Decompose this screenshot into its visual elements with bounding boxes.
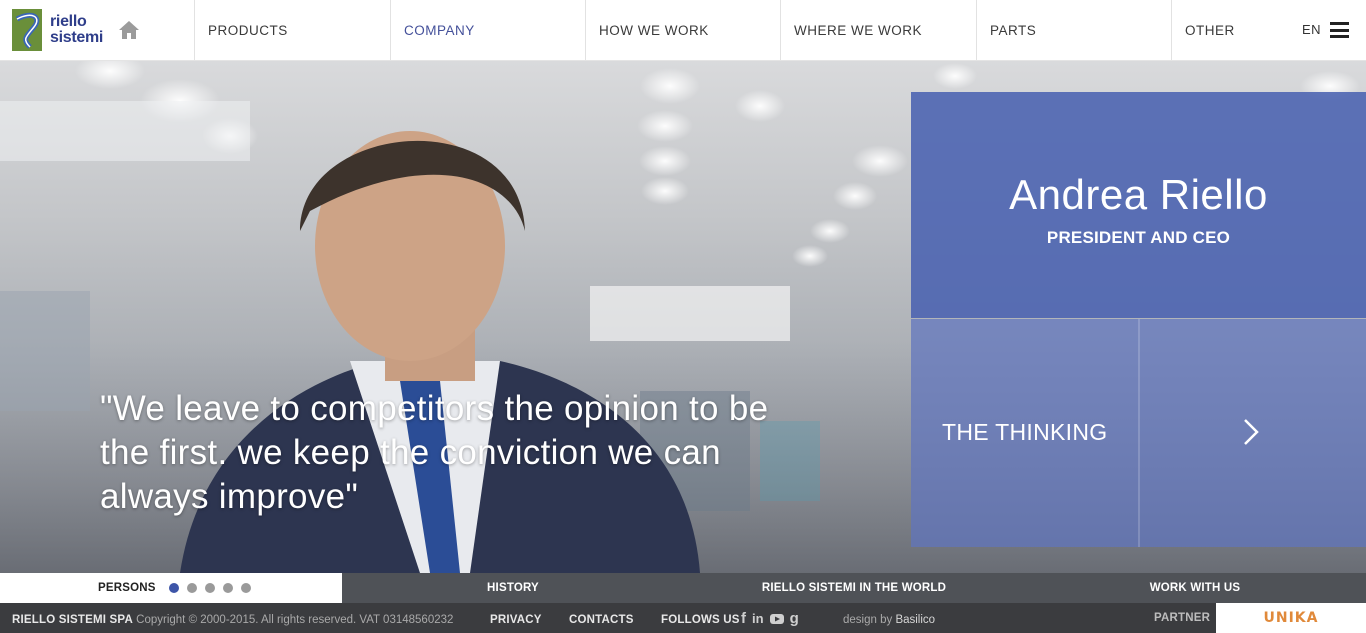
section-tabs: PERSONS HISTORY RIELLO SISTEMI IN THE WO…	[0, 573, 1366, 603]
slide-dot-5[interactable]	[240, 583, 251, 593]
slide-dot-4[interactable]	[222, 583, 233, 593]
the-thinking-label: THE THINKING	[942, 419, 1108, 445]
copyright-line: RIELLO SISTEMI SPA Copyright © 2000-2015…	[12, 614, 453, 626]
riello-sistemi-logo[interactable]: riello sistemi	[12, 9, 103, 51]
slide-dot-1[interactable]	[168, 583, 179, 593]
social-links: f in g	[741, 610, 805, 627]
slide-dots	[168, 583, 259, 593]
main-nav: PRODUCTS COMPANY HOW WE WORK WHERE WE WO…	[194, 0, 1291, 60]
site-footer: RIELLO SISTEMI SPA Copyright © 2000-2015…	[0, 603, 1366, 633]
person-panel: Andrea Riello PRESIDENT AND CEO	[911, 92, 1366, 318]
youtube-icon[interactable]	[769, 612, 784, 626]
googleplus-icon[interactable]: g	[790, 610, 799, 627]
home-icon[interactable]	[118, 20, 140, 40]
designer-link[interactable]: Basilico	[895, 614, 935, 626]
tab-history[interactable]: HISTORY	[342, 573, 684, 603]
design-prefix: design by	[843, 614, 893, 626]
company-name: RIELLO SISTEMI SPA	[12, 614, 133, 626]
linkedin-icon[interactable]: in	[752, 611, 764, 626]
slide-dot-3[interactable]	[204, 583, 215, 593]
tab-label: PERSONS	[98, 582, 156, 594]
the-thinking-link[interactable]: THE THINKING	[911, 319, 1366, 547]
tab-persons[interactable]: PERSONS	[0, 573, 342, 603]
nav-label: PARTS	[990, 22, 1037, 38]
partner-logo[interactable]: UNIKA	[1216, 603, 1366, 633]
person-role: PRESIDENT AND CEO	[1046, 228, 1231, 247]
panel-divider	[1138, 319, 1140, 547]
logo-word-2: sistemi	[50, 29, 104, 46]
tab-work-with-us[interactable]: WORK WITH US	[1024, 573, 1366, 603]
nav-label: PRODUCTS	[208, 22, 288, 38]
tab-label: HISTORY	[487, 582, 539, 594]
follow-us-label: FOLLOWS US	[661, 614, 740, 626]
language-selector[interactable]: EN	[1302, 22, 1321, 37]
nav-item-where-we-work[interactable]: WHERE WE WORK	[780, 0, 976, 60]
copyright-text: Copyright © 2000-2015. All rights reserv…	[136, 614, 454, 626]
contacts-link[interactable]: CONTACTS	[569, 614, 634, 626]
contacts-label: CONTACTS	[569, 614, 634, 626]
follow-us-text: FOLLOWS US	[661, 614, 740, 626]
nav-item-how-we-work[interactable]: HOW WE WORK	[585, 0, 780, 60]
partner-text: PARTNER	[1154, 612, 1211, 624]
hamburger-menu-icon[interactable]	[1330, 22, 1349, 38]
privacy-label: PRIVACY	[490, 614, 542, 626]
hero-slide: "We leave to competitors the opinion to …	[0, 61, 1366, 573]
nav-item-products[interactable]: PRODUCTS	[194, 0, 390, 60]
partner-logo-text: UNIKA	[1263, 610, 1319, 626]
logo-wordmark: riello sistemi	[50, 14, 103, 46]
chevron-right-icon[interactable]	[1241, 417, 1261, 447]
tab-label: WORK WITH US	[1149, 582, 1241, 594]
facebook-icon[interactable]: f	[741, 610, 746, 627]
nav-label: WHERE WE WORK	[794, 22, 922, 38]
logo-word-1: riello	[50, 13, 87, 30]
person-name: Andrea Riello	[1009, 171, 1268, 218]
hero-quote: "We leave to competitors the opinion to …	[100, 389, 769, 516]
tab-riello-in-the-world[interactable]: RIELLO SISTEMI IN THE WORLD	[684, 573, 1024, 603]
nav-label: HOW WE WORK	[599, 22, 709, 38]
partner-label: PARTNER	[1154, 612, 1210, 624]
tab-label: RIELLO SISTEMI IN THE WORLD	[761, 582, 947, 594]
nav-item-parts[interactable]: PARTS	[976, 0, 1171, 60]
nav-label: OTHER	[1185, 22, 1235, 38]
nav-item-company[interactable]: COMPANY	[390, 0, 585, 60]
nav-label: COMPANY	[404, 22, 475, 38]
logo-mark-icon	[12, 9, 42, 51]
site-header: riello sistemi PRODUCTS COMPANY HOW WE W…	[0, 0, 1366, 61]
design-credit: design by Basilico	[843, 614, 935, 626]
nav-item-other[interactable]: OTHER	[1171, 0, 1291, 60]
privacy-link[interactable]: PRIVACY	[490, 614, 542, 626]
slide-dot-2[interactable]	[186, 583, 197, 593]
